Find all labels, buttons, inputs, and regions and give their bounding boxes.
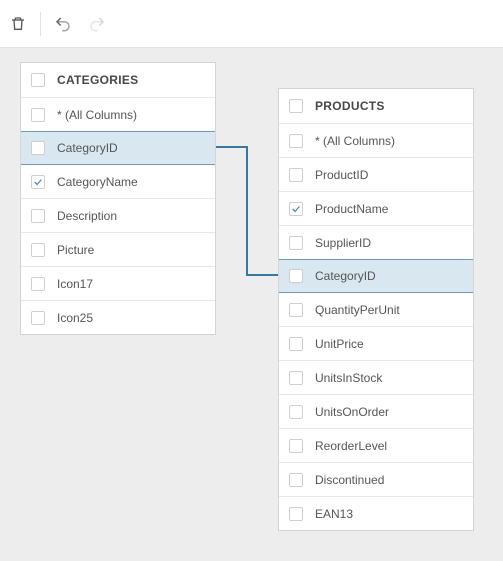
column-row[interactable]: UnitPrice — [279, 326, 473, 360]
column-row[interactable]: UnitsOnOrder — [279, 394, 473, 428]
column-row[interactable]: CategoryName — [21, 164, 215, 198]
column-label: Icon17 — [57, 277, 93, 291]
table-checkbox[interactable] — [31, 73, 45, 87]
column-checkbox[interactable] — [289, 202, 303, 216]
column-row[interactable]: QuantityPerUnit — [279, 292, 473, 326]
column-label: UnitPrice — [315, 337, 364, 351]
column-row[interactable]: EAN13 — [279, 496, 473, 530]
column-row[interactable]: CategoryID — [279, 259, 473, 293]
design-canvas: CATEGORIES * (All Columns) CategoryID Categ… — [0, 48, 503, 561]
table-checkbox[interactable] — [289, 99, 303, 113]
column-row[interactable]: ProductName — [279, 191, 473, 225]
column-label: EAN13 — [315, 507, 353, 521]
column-row[interactable]: SupplierID — [279, 225, 473, 259]
toolbar-separator — [40, 12, 41, 36]
column-row[interactable]: * (All Columns) — [21, 97, 215, 131]
column-row[interactable]: UnitsInStock — [279, 360, 473, 394]
column-row[interactable]: ReorderLevel — [279, 428, 473, 462]
column-checkbox[interactable] — [31, 277, 45, 291]
column-checkbox[interactable] — [31, 209, 45, 223]
column-label: CategoryName — [57, 175, 138, 189]
column-row[interactable]: Description — [21, 198, 215, 232]
column-row[interactable]: Discontinued — [279, 462, 473, 496]
column-label: UnitsInStock — [315, 371, 382, 385]
redo-icon[interactable] — [87, 14, 107, 34]
column-label: Discontinued — [315, 473, 384, 487]
column-label: ProductID — [315, 168, 368, 182]
column-row[interactable]: Icon17 — [21, 266, 215, 300]
undo-icon[interactable] — [53, 14, 73, 34]
table-header[interactable]: PRODUCTS — [279, 89, 473, 123]
table-categories[interactable]: CATEGORIES * (All Columns) CategoryID Categ… — [20, 62, 216, 335]
column-checkbox[interactable] — [31, 311, 45, 325]
column-checkbox[interactable] — [31, 243, 45, 257]
table-products[interactable]: PRODUCTS * (All Columns) ProductID ProductN… — [278, 88, 474, 531]
column-label: * (All Columns) — [315, 134, 395, 148]
column-checkbox[interactable] — [289, 507, 303, 521]
column-checkbox[interactable] — [289, 337, 303, 351]
column-checkbox[interactable] — [289, 439, 303, 453]
delete-icon[interactable] — [8, 14, 28, 34]
column-checkbox[interactable] — [289, 371, 303, 385]
column-row[interactable]: * (All Columns) — [279, 123, 473, 157]
column-checkbox[interactable] — [31, 141, 45, 155]
column-label: Description — [57, 209, 117, 223]
column-checkbox[interactable] — [289, 269, 303, 283]
toolbar — [0, 0, 503, 48]
column-label: SupplierID — [315, 236, 371, 250]
column-row[interactable]: ProductID — [279, 157, 473, 191]
column-checkbox[interactable] — [289, 405, 303, 419]
column-checkbox[interactable] — [289, 168, 303, 182]
column-row[interactable]: Picture — [21, 232, 215, 266]
column-label: UnitsOnOrder — [315, 405, 389, 419]
column-label: ProductName — [315, 202, 388, 216]
table-title: PRODUCTS — [315, 99, 385, 113]
column-checkbox[interactable] — [289, 134, 303, 148]
column-checkbox[interactable] — [31, 175, 45, 189]
column-label: Picture — [57, 243, 94, 257]
column-checkbox[interactable] — [289, 236, 303, 250]
column-checkbox[interactable] — [289, 303, 303, 317]
table-title: CATEGORIES — [57, 73, 138, 87]
column-row[interactable]: Icon25 — [21, 300, 215, 334]
column-row[interactable]: CategoryID — [21, 131, 215, 165]
column-label: * (All Columns) — [57, 108, 137, 122]
column-label: QuantityPerUnit — [315, 303, 400, 317]
column-label: ReorderLevel — [315, 439, 387, 453]
column-label: CategoryID — [57, 141, 118, 155]
column-label: Icon25 — [57, 311, 93, 325]
table-header[interactable]: CATEGORIES — [21, 63, 215, 97]
column-checkbox[interactable] — [289, 473, 303, 487]
column-label: CategoryID — [315, 269, 376, 283]
column-checkbox[interactable] — [31, 108, 45, 122]
